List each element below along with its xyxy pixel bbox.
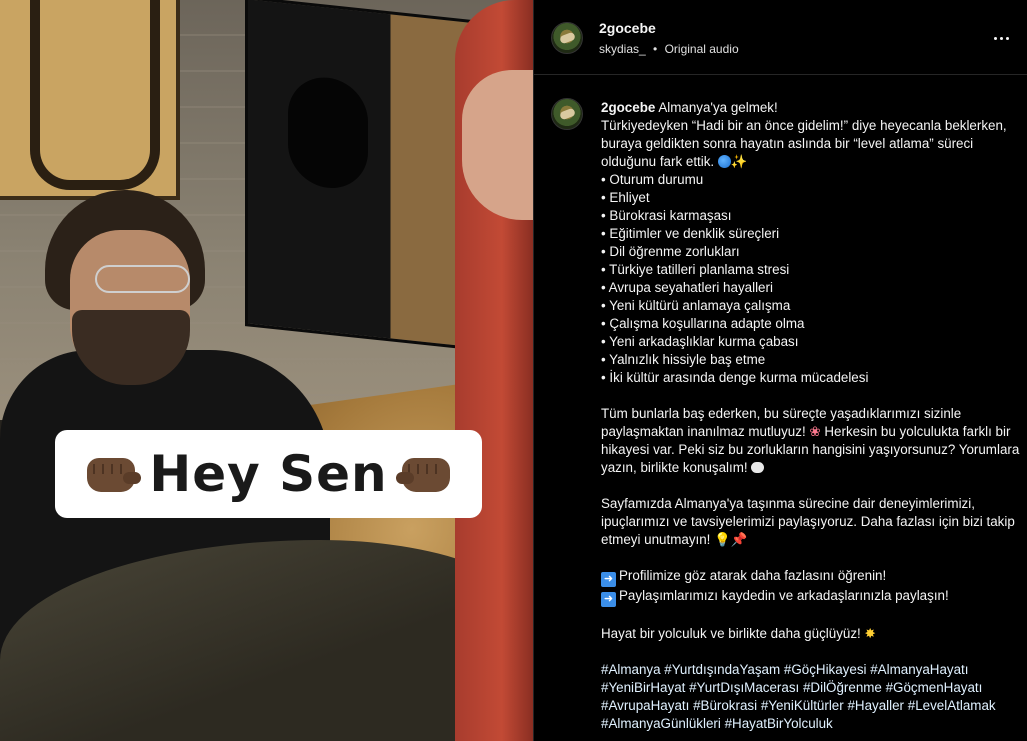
- cta-line: ➜ Profilimize göz atarak daha fazlasını ö…: [601, 567, 1021, 587]
- hashtag-link[interactable]: #Hayaller: [847, 698, 904, 713]
- caption-intro: Türkiyedeyken “Hadi bir an önce gidelim!…: [601, 118, 1007, 169]
- post-username[interactable]: 2gocebe: [599, 20, 656, 36]
- cta-text: Profilimize göz atarak daha fazlasını öğ…: [619, 568, 887, 583]
- hashtag-link[interactable]: #AlmanyaGünlükleri: [601, 716, 721, 731]
- speech-bubble-icon: [751, 462, 765, 473]
- pushpin-icon: 📌: [730, 532, 748, 547]
- post-panel: 2gocebe skydias_ • Original audio 2goceb…: [533, 0, 1027, 741]
- overlay-text: Hey Sen: [149, 445, 388, 503]
- caption-username[interactable]: 2gocebe: [601, 100, 655, 115]
- hashtag-link[interactable]: #YurtdışındaYaşam: [664, 662, 780, 677]
- audio-info: skydias_ • Original audio: [599, 42, 739, 56]
- list-item: • Avrupa seyahatleri hayalleri: [601, 280, 773, 295]
- hashtag-link[interactable]: #GöçHikayesi: [784, 662, 867, 677]
- fist-bump-icon: [395, 452, 454, 496]
- hashtag-link[interactable]: #GöçmenHayatı: [886, 680, 983, 695]
- list-item: • Türkiye tatilleri planlama stresi: [601, 262, 790, 277]
- hashtag-link[interactable]: #Bürokrasi: [693, 698, 757, 713]
- post-header: 2gocebe skydias_ • Original audio: [534, 0, 1027, 75]
- more-options-button[interactable]: [989, 26, 1013, 50]
- hashtag-link[interactable]: #AvrupaHayatı: [601, 698, 689, 713]
- bouquet-icon: ❀: [809, 424, 821, 439]
- video-overlay-caption: Hey Sen: [55, 430, 482, 518]
- list-item: • Bürokrasi karmaşası: [601, 208, 732, 223]
- audio-owner[interactable]: skydias_: [599, 42, 646, 56]
- caption-paragraph: Sayfamızda Almanya'ya taşınma sürecine d…: [601, 495, 1021, 549]
- reel-video[interactable]: Hey Sen: [0, 0, 533, 741]
- wall-poster: [0, 0, 180, 200]
- hashtag-link[interactable]: #YurtDışıMacerası: [689, 680, 799, 695]
- list-item: • Ehliyet: [601, 190, 650, 205]
- caption-title: Almanya'ya gelmek!: [658, 100, 778, 115]
- list-item: • Oturum durumu: [601, 172, 704, 187]
- paragraph-text: Sayfamızda Almanya'ya taşınma sürecine d…: [601, 496, 1015, 547]
- caption-bullet-list: • Oturum durumu • Ehliyet • Bürokrasi ka…: [601, 171, 1021, 387]
- hashtag-link[interactable]: #AlmanyaHayatı: [870, 662, 968, 677]
- list-item: • Çalışma koşullarına adapte olma: [601, 316, 805, 331]
- separator-dot: •: [653, 42, 658, 56]
- right-arrow-icon: ➜: [601, 592, 616, 607]
- hashtag-link[interactable]: #DilÖğrenme: [803, 680, 882, 695]
- globe-icon: [717, 155, 731, 168]
- right-arrow-icon: ➜: [601, 572, 616, 587]
- list-item: • Yalnızlık hissiyle baş etme: [601, 352, 766, 367]
- list-item: • Eğitimler ve denklik süreçleri: [601, 226, 780, 241]
- light-bulb-icon: 💡: [714, 532, 731, 547]
- sparkles-icon: ✨: [730, 154, 748, 169]
- profile-avatar[interactable]: [551, 22, 583, 54]
- caption-text: 2gocebe Almanya'ya gelmek! Türkiyedeyken…: [601, 99, 1021, 733]
- list-item: • Dil öğrenme zorlukları: [601, 244, 740, 259]
- cta-line: ➜ Paylaşımlarımızı kaydedin ve arkadaşlar…: [601, 587, 1021, 607]
- more-horizontal-icon: [993, 36, 997, 40]
- fist-bump-icon: [83, 452, 142, 496]
- caption-paragraph: Tüm bunlarla baş ederken, bu süreçte yaş…: [601, 405, 1021, 477]
- hashtag-link[interactable]: #HayatBirYolculuk: [725, 716, 833, 731]
- profile-avatar[interactable]: [551, 98, 583, 130]
- list-item: • Yeni kültürü anlamaya çalışma: [601, 298, 791, 313]
- star-icon: ✸: [864, 626, 876, 641]
- hashtag-link[interactable]: #YeniKültürler: [761, 698, 844, 713]
- hashtag-list: #Almanya #YurtdışındaYaşam #GöçHikayesi …: [601, 661, 1021, 733]
- hashtag-link[interactable]: #LevelAtlamak: [908, 698, 996, 713]
- cta-text: Paylaşımlarımızı kaydedin ve arkadaşları…: [619, 588, 949, 603]
- closing-text: Hayat bir yolculuk ve birlikte daha güçl…: [601, 626, 861, 641]
- caption-closing: Hayat bir yolculuk ve birlikte daha güçl…: [601, 625, 1021, 643]
- hashtag-link[interactable]: #Almanya: [601, 662, 661, 677]
- list-item: • Yeni arkadaşlıklar kurma çabası: [601, 334, 799, 349]
- glasses: [95, 265, 190, 293]
- hashtag-link[interactable]: #YeniBirHayat: [601, 680, 685, 695]
- list-item: • İki kültür arasında denge kurma mücade…: [601, 370, 869, 385]
- audio-label[interactable]: Original audio: [665, 42, 739, 56]
